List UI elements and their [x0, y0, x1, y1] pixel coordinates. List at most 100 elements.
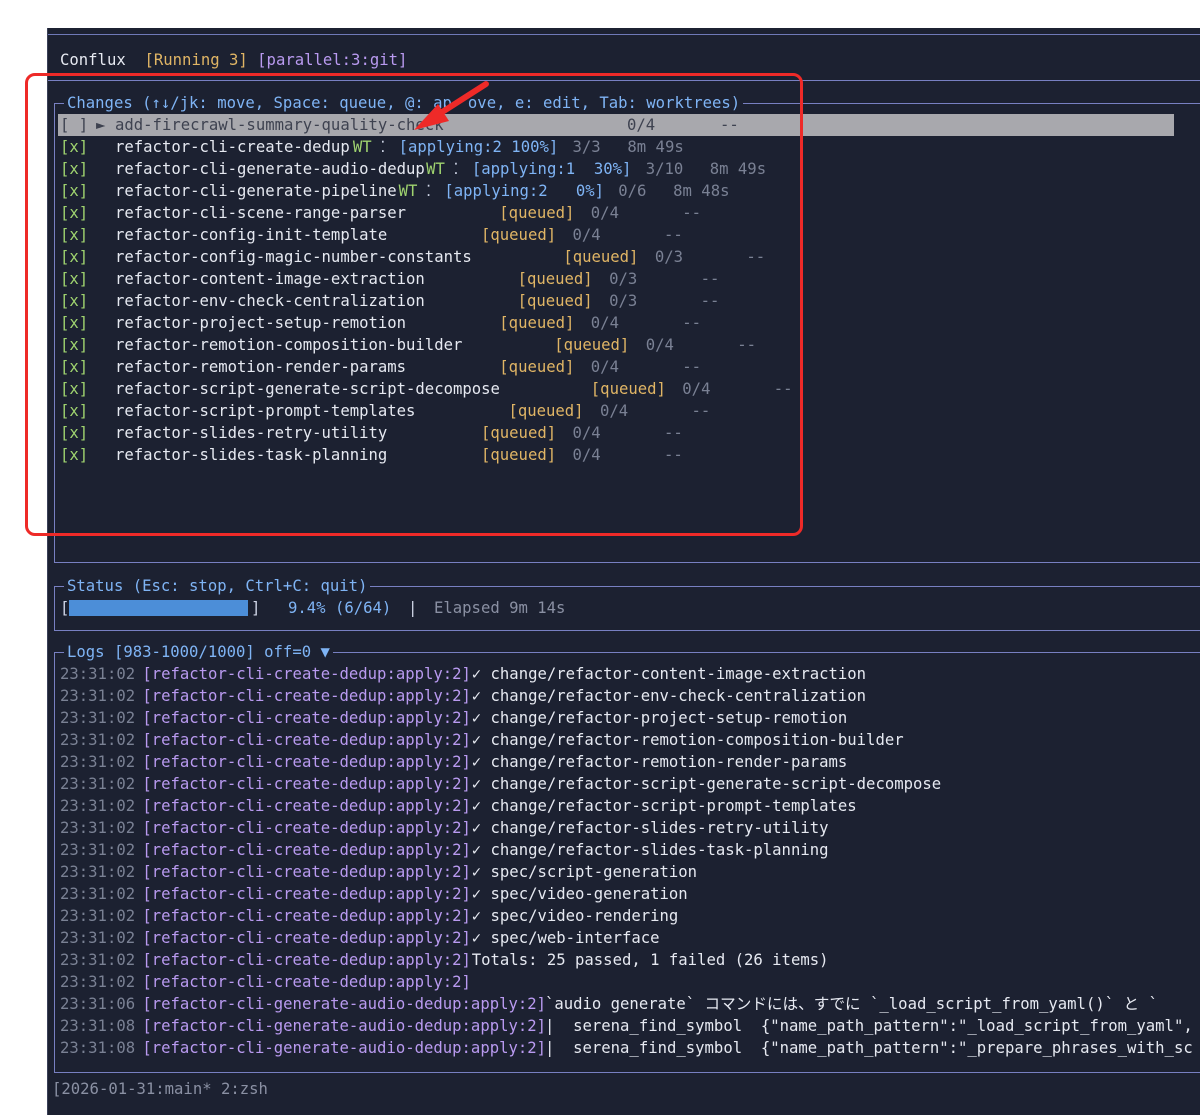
log-time: 23:31:02: [60, 665, 136, 683]
logs-panel-title: Logs [983-1000/1000] off=0 ▼: [64, 641, 333, 663]
row-status: [applying:1 30%]: [471, 160, 632, 178]
log-time: 23:31:06: [60, 995, 136, 1013]
change-row[interactable]: [x] refactor-cli-generate-pipeline WT ⁚ [app…: [60, 180, 1160, 202]
change-row[interactable]: [x] refactor-script-prompt-templates [queu…: [60, 400, 1160, 422]
log-time: 23:31:02: [60, 753, 136, 771]
change-row[interactable]: [x] refactor-remotion-render-params [queue…: [60, 356, 1160, 378]
row-time: 8m 49s: [709, 160, 767, 178]
change-row[interactable]: [x] refactor-script-generate-script-decom…: [60, 378, 1160, 400]
log-tag: [refactor-cli-create-dedup:apply:2]: [142, 929, 471, 947]
row-name: add-firecrawl-summary-quality-check: [115, 116, 444, 134]
change-row[interactable]: [x] refactor-project-setup-remotion [queue…: [60, 312, 1160, 334]
change-row[interactable]: [x] refactor-config-init-template [queued]…: [60, 224, 1160, 246]
row-checkbox[interactable]: [x]: [60, 356, 88, 378]
log-entry: 23:31:02 [refactor-cli-create-dedup:apply…: [60, 685, 1200, 707]
row-checkbox[interactable]: [x]: [60, 400, 88, 422]
log-time: 23:31:02: [60, 841, 136, 859]
row-status: [queued]: [563, 248, 639, 266]
row-status: [queued]: [481, 424, 557, 442]
row-checkbox[interactable]: [x]: [60, 246, 88, 268]
row-checkbox[interactable]: [x]: [60, 268, 88, 290]
mode-badge: [parallel:3:git]: [257, 51, 408, 69]
change-row[interactable]: [x] refactor-content-image-extraction [que…: [60, 268, 1160, 290]
row-progress: 3/10: [645, 160, 684, 178]
change-row[interactable]: [x] refactor-cli-scene-range-parser [queue…: [60, 202, 1160, 224]
row-checkbox[interactable]: [x]: [60, 180, 88, 202]
log-tag: [refactor-cli-create-dedup:apply:2]: [142, 951, 471, 969]
worktree-badge: WT: [398, 182, 418, 200]
header-divider: [48, 80, 1200, 81]
row-pointer-icon: ►: [96, 116, 106, 134]
row-name: refactor-cli-scene-range-parser: [115, 204, 407, 222]
row-name: refactor-config-magic-number-constants: [115, 248, 472, 266]
row-name: refactor-cli-generate-pipeline: [115, 182, 397, 200]
change-row[interactable]: [x] refactor-env-check-centralization [que…: [60, 290, 1160, 312]
worktree-dots-icon: ⁚: [380, 138, 386, 156]
log-tag: [refactor-cli-create-dedup:apply:2]: [142, 841, 471, 859]
log-entry: 23:31:02 [refactor-cli-create-dedup:apply…: [60, 861, 1200, 883]
log-tag: [refactor-cli-create-dedup:apply:2]: [142, 665, 471, 683]
row-status: [applying:2 100%]: [398, 138, 559, 156]
log-entry: 23:31:02 [refactor-cli-create-dedup:apply…: [60, 839, 1200, 861]
log-message: ✓ change/refactor-slides-retry-utility: [471, 819, 829, 837]
row-checkbox[interactable]: [x]: [60, 422, 88, 444]
row-name: refactor-slides-task-planning: [115, 446, 388, 464]
row-status: [queued]: [499, 358, 575, 376]
log-tag: [refactor-cli-generate-audio-dedup:apply…: [142, 995, 547, 1013]
log-tag: [refactor-cli-create-dedup:apply:2]: [142, 753, 471, 771]
row-status: [queued]: [499, 314, 575, 332]
row-name: refactor-script-generate-script-decompos…: [115, 380, 500, 398]
log-tag: [refactor-cli-create-dedup:apply:2]: [142, 775, 471, 793]
row-progress: 0/4: [572, 226, 601, 244]
running-badge: [Running 3]: [144, 51, 248, 69]
log-tag: [refactor-cli-create-dedup:apply:2]: [142, 731, 471, 749]
row-name: refactor-cli-generate-audio-dedup: [115, 160, 425, 178]
log-message: ✓ change/refactor-remotion-composition-b…: [471, 731, 904, 749]
change-row[interactable]: [x] refactor-cli-generate-audio-dedup WT ⁚ […: [60, 158, 1160, 180]
log-tag: [refactor-cli-create-dedup:apply:2]: [142, 863, 471, 881]
log-message: `audio generate` コマンドには、すでに `_load_scrip…: [544, 995, 1158, 1013]
row-status: [applying:2 0%]: [444, 182, 604, 200]
change-row[interactable]: [x] refactor-slides-retry-utility [queued]…: [60, 422, 1160, 444]
log-message: ✓ spec/video-generation: [471, 885, 688, 903]
log-message: ✓ change/refactor-script-generate-script…: [471, 775, 942, 793]
log-time: 23:31:02: [60, 797, 136, 815]
row-checkbox[interactable]: [x]: [60, 136, 88, 158]
row-name: refactor-env-check-centralization: [115, 292, 425, 310]
row-time: --: [737, 336, 756, 354]
tmux-status-line: [2026-01-31:main* 2:zsh: [52, 1080, 268, 1098]
progress-bar-close: ]: [251, 599, 261, 617]
row-status: [queued]: [517, 270, 593, 288]
row-checkbox[interactable]: [x]: [60, 312, 88, 334]
change-row-selected[interactable]: [ ] ► add-firecrawl-summary-quality-chec…: [58, 114, 1174, 136]
change-row[interactable]: [x] refactor-slides-task-planning [queued]…: [60, 444, 1160, 466]
change-row[interactable]: [x] refactor-config-magic-number-constant…: [60, 246, 1160, 268]
worktree-badge: WT: [352, 138, 372, 156]
row-status: [queued]: [499, 204, 575, 222]
row-checkbox[interactable]: [x]: [60, 158, 88, 180]
progress-bar-fill: [69, 600, 248, 616]
log-message: ✓ change/refactor-script-prompt-template…: [471, 797, 857, 815]
change-row[interactable]: [x] refactor-cli-create-dedup WT ⁚ [applying…: [60, 136, 1160, 158]
log-message: ✓ change/refactor-env-check-centralizati…: [471, 687, 867, 705]
row-time: --: [700, 292, 720, 310]
row-progress: 0/4: [590, 204, 619, 222]
row-checkbox[interactable]: [x]: [60, 202, 88, 224]
log-entry: 23:31:02 [refactor-cli-create-dedup:apply…: [60, 773, 1200, 795]
row-checkbox[interactable]: [ ]: [60, 114, 88, 136]
row-checkbox[interactable]: [x]: [60, 290, 88, 312]
log-message: ✓ change/refactor-slides-task-planning: [471, 841, 829, 859]
log-message: ✓ change/refactor-content-image-extracti…: [471, 665, 867, 683]
status-separator: |: [408, 599, 418, 617]
row-checkbox[interactable]: [x]: [60, 378, 88, 400]
row-checkbox[interactable]: [x]: [60, 224, 88, 246]
change-row[interactable]: [x] refactor-remotion-composition-builder…: [60, 334, 1160, 356]
log-time: 23:31:02: [60, 863, 136, 881]
log-message: | serena_find_symbol {"name_path_pattern…: [544, 1017, 1193, 1035]
row-checkbox[interactable]: [x]: [60, 334, 88, 356]
log-message: ✓ spec/script-generation: [471, 863, 698, 881]
row-checkbox[interactable]: [x]: [60, 444, 88, 466]
status-row: [ ] 9.4% (6/64) | Elapsed 9m 14s: [60, 597, 1160, 619]
log-entry: 23:31:02 [refactor-cli-create-dedup:apply…: [60, 663, 1200, 685]
row-progress: 0/4: [599, 402, 629, 420]
